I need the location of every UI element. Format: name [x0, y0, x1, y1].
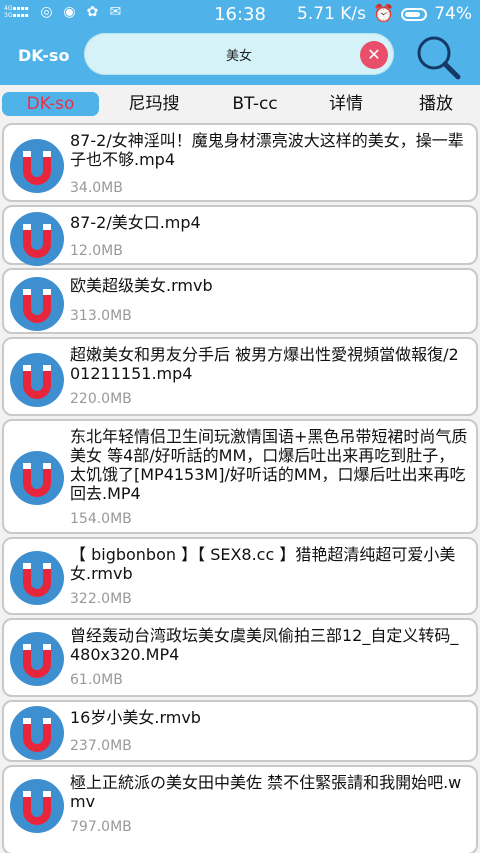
file-title: 87-2/女神淫叫！魔鬼身材漂亮波大这样的美女，操一辈子也不够.mp4 — [70, 131, 464, 169]
list-item[interactable]: 87-2/美女口.mp4 12.0MB — [2, 205, 478, 266]
battery-percent: 74% — [434, 4, 472, 24]
status-right: 5.71 K/s ⏰ 74% — [297, 4, 472, 24]
magnet-icon — [10, 139, 64, 193]
file-title: 欧美超级美女.rmvb — [70, 276, 213, 295]
tab-dkso[interactable]: DK-so — [2, 92, 99, 116]
file-title: 东北年轻情侣卫生间玩激情国语+黑色吊带短裙时尚气质美女 等4部/好听話的MM，口… — [70, 427, 468, 503]
status-bar: 4G▪▪▪▪ 3G▪▪▪▪ ◎ ◉ ✿ ✉ 16:38 5.71 K/s ⏰ 7… — [0, 0, 480, 30]
alarm-icon: ⏰ — [373, 4, 395, 24]
file-title: 超嫩美女和男友分手后 被男方爆出性愛視頻當做報復/201211151.mp4 — [70, 345, 459, 383]
list-item[interactable]: 16岁小美女.rmvb 237.0MB — [2, 700, 478, 762]
search-icon[interactable] — [414, 34, 462, 80]
list-item[interactable]: 东北年轻情侣卫生间玩激情国语+黑色吊带短裙时尚气质美女 等4部/好听話的MM，口… — [2, 419, 478, 534]
list-item[interactable]: 87-2/女神淫叫！魔鬼身材漂亮波大这样的美女，操一辈子也不够.mp4 34.0… — [2, 123, 478, 202]
file-size: 154.0MB — [70, 511, 132, 527]
battery-icon — [401, 7, 428, 21]
tab-details[interactable]: 详情 — [318, 92, 374, 116]
clear-icon[interactable]: ✕ — [360, 41, 388, 69]
file-size: 313.0MB — [70, 308, 132, 324]
tab-play[interactable]: 播放 — [408, 92, 464, 116]
file-title: 16岁小美女.rmvb — [70, 708, 201, 727]
file-size: 797.0MB — [70, 819, 132, 835]
file-size: 12.0MB — [70, 243, 123, 259]
search-input[interactable]: 美女 — [84, 45, 394, 64]
file-title: 極上正統派の美女田中美佐 禁不住緊張請和我開始吧.wmv — [70, 773, 462, 811]
file-title: 【 bigbonbon 】【 SEX8.cc 】猎艳超清纯超可爱小美女.rmvb — [70, 545, 456, 583]
magnet-icon — [10, 353, 64, 407]
tab-btcc[interactable]: BT-cc — [224, 92, 286, 116]
list-item[interactable]: 欧美超级美女.rmvb 313.0MB — [2, 268, 478, 334]
file-title: 曾经轰动台湾政坛美女虞美凤偷拍三部12_自定义转码_480x320.MP4 — [70, 626, 459, 664]
list-item[interactable]: 極上正統派の美女田中美佐 禁不住緊張請和我開始吧.wmv 797.0MB — [2, 765, 478, 853]
results-list: 87-2/女神淫叫！魔鬼身材漂亮波大这样的美女，操一辈子也不够.mp4 34.0… — [0, 121, 480, 853]
list-item[interactable]: 曾经轰动台湾政坛美女虞美凤偷拍三部12_自定义转码_480x320.MP4 61… — [2, 618, 478, 697]
file-title: 87-2/美女口.mp4 — [70, 213, 201, 232]
magnet-icon — [10, 451, 64, 505]
file-size: 220.0MB — [70, 391, 132, 407]
magnet-icon — [10, 632, 64, 686]
magnet-icon — [10, 551, 64, 605]
file-size: 237.0MB — [70, 738, 132, 754]
list-item[interactable]: 超嫩美女和男友分手后 被男方爆出性愛視頻當做報復/201211151.mp4 2… — [2, 337, 478, 416]
file-size: 61.0MB — [70, 672, 123, 688]
tab-bar: DK-so 尼玛搜 BT-cc 详情 播放 — [0, 86, 480, 120]
top-bar: DK-so 美女 ✕ — [0, 30, 480, 85]
file-size: 322.0MB — [70, 591, 132, 607]
file-size: 34.0MB — [70, 180, 123, 196]
magnet-icon — [10, 706, 64, 760]
tab-nimasou[interactable]: 尼玛搜 — [118, 92, 190, 116]
brand-label[interactable]: DK-so — [18, 46, 69, 65]
search-field[interactable]: 美女 ✕ — [84, 33, 394, 75]
list-item[interactable]: 【 bigbonbon 】【 SEX8.cc 】猎艳超清纯超可爱小美女.rmvb… — [2, 537, 478, 615]
magnet-icon — [10, 212, 64, 266]
network-speed: 5.71 K/s — [297, 4, 367, 24]
magnet-icon — [10, 277, 64, 331]
magnet-icon — [10, 779, 64, 833]
